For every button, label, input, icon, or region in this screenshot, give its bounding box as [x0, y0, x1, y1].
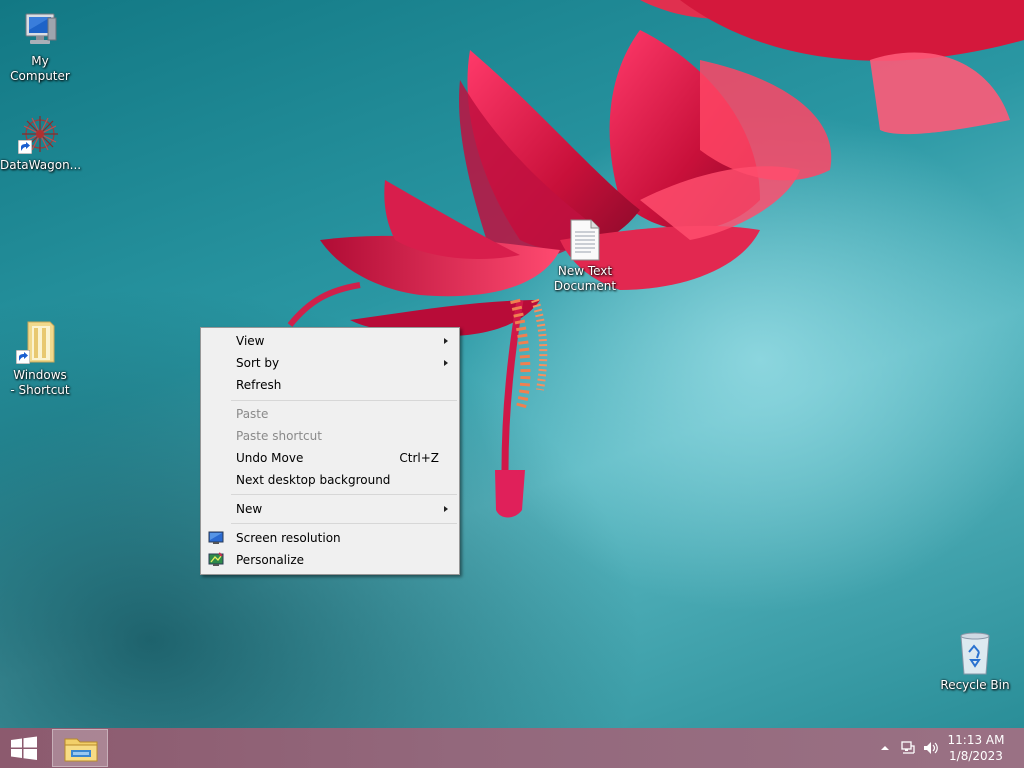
recycle-bin-icon: [960, 632, 990, 675]
menu-separator: [231, 494, 457, 495]
shortcut-arrow-icon: [16, 350, 30, 364]
desktop-icon-datawagon[interactable]: DataWagon...: [0, 112, 82, 173]
wallpaper-flower: [287, 0, 1024, 518]
menu-shortcut-key: Ctrl+Z: [399, 451, 439, 465]
text-document-icon: [570, 219, 600, 261]
desktop-icon-my-computer[interactable]: My Computer: [0, 8, 80, 84]
desktop-icon-new-text-document[interactable]: New Text Document: [545, 218, 625, 294]
menu-item-paste: Paste: [236, 407, 269, 421]
submenu-arrow-icon: [444, 506, 448, 512]
personalize-icon: [208, 552, 224, 566]
submenu-arrow-icon: [444, 360, 448, 366]
shortcut-arrow-icon: [18, 140, 32, 154]
menu-item-next-desktop-background[interactable]: Next desktop background: [203, 469, 457, 491]
volume-icon[interactable]: [922, 740, 940, 756]
menu-item-undo-move[interactable]: Undo Move Ctrl+Z: [203, 447, 457, 469]
menu-separator: [231, 523, 457, 524]
computer-icon: [25, 13, 57, 44]
system-tray: 11:13 AM 1/8/2023: [864, 728, 1024, 768]
desktop-context-menu: View Sort by Refresh Paste Paste shortcu…: [200, 327, 460, 575]
taskbar-file-explorer-button[interactable]: [52, 729, 108, 767]
taskbar-clock[interactable]: 11:13 AM 1/8/2023: [946, 732, 1006, 764]
desktop-icon-label: New Text Document: [553, 264, 617, 293]
menu-separator: [231, 400, 457, 401]
desktop-icon-label: Recycle Bin: [940, 678, 1010, 692]
start-button[interactable]: [0, 728, 48, 768]
file-explorer-icon: [64, 738, 98, 762]
menu-item-screen-resolution[interactable]: Screen resolution: [203, 527, 457, 549]
desktop-icon-label: DataWagon...: [0, 158, 82, 172]
menu-item-personalize[interactable]: Personalize: [203, 549, 457, 571]
windows-logo-icon: [11, 736, 37, 760]
submenu-arrow-icon: [444, 338, 448, 344]
taskbar: 11:13 AM 1/8/2023: [0, 728, 1024, 768]
screen-resolution-icon: [208, 531, 224, 544]
desktop[interactable]: My Computer DataWagon... Windows - Short…: [0, 0, 1024, 728]
menu-item-paste-shortcut: Paste shortcut: [236, 429, 322, 443]
clock-date: 1/8/2023: [949, 749, 1003, 763]
desktop-icon-label: Windows - Shortcut: [10, 368, 70, 397]
desktop-icon-recycle-bin[interactable]: Recycle Bin: [935, 630, 1015, 693]
menu-item-refresh[interactable]: Refresh: [203, 374, 457, 396]
menu-item-view[interactable]: View: [203, 330, 457, 352]
desktop-icon-label: My Computer: [10, 54, 70, 83]
network-icon[interactable]: [900, 740, 916, 756]
menu-item-new[interactable]: New: [203, 498, 457, 520]
desktop-icon-windows-shortcut[interactable]: Windows - Shortcut: [0, 318, 80, 398]
show-hidden-icons-icon[interactable]: [880, 744, 890, 752]
clock-time: 11:13 AM: [947, 733, 1005, 747]
menu-item-sort-by[interactable]: Sort by: [203, 352, 457, 374]
